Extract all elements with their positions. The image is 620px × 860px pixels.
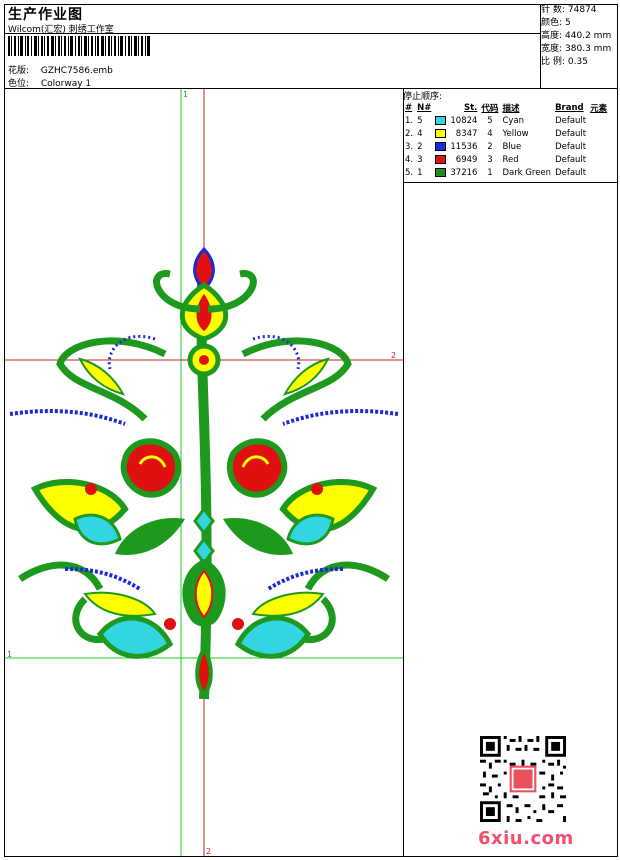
guide-label-top-green: 1	[183, 90, 188, 99]
guide-label-bottom-red: 2	[206, 847, 211, 856]
stats-panel: 针 数: 74874 颜色: 5 高度: 440.2 mm 宽度: 380.3 mm 比 例: 0…	[541, 4, 611, 69]
stat-label: 比 例:	[541, 57, 565, 67]
row-index: 1.	[405, 115, 414, 126]
watermark-logo: 6xiu.com	[478, 828, 574, 849]
stat-row: 针 数: 74874	[541, 4, 611, 17]
qr-center-stamp	[509, 765, 537, 793]
guide-label-right-red: 2	[391, 351, 396, 360]
row-stitches: 37216	[450, 167, 478, 178]
row-swatch	[433, 166, 448, 179]
row-code: 5	[487, 115, 493, 126]
stat-row: 宽度: 380.3 mm	[541, 43, 611, 56]
embroidery-motif	[9, 246, 399, 700]
color-swatch	[435, 128, 447, 138]
row-description: Blue	[502, 141, 522, 152]
color-swatch	[435, 167, 447, 177]
row-description: Red	[502, 154, 519, 165]
row-code: 3	[487, 154, 493, 165]
stat-row: 高度: 440.2 mm	[541, 30, 611, 43]
page-title: 生产作业图	[8, 7, 83, 23]
row-description: Yellow	[502, 128, 529, 139]
row-description: Cyan	[502, 115, 524, 126]
col-stitches: St.	[464, 102, 478, 113]
row-needle: 1	[417, 167, 423, 178]
row-element	[588, 166, 609, 179]
color-sequence-table: # N# St. 代码 描述 Brand 元素 1. 5 10824 5 Cyan Def…	[403, 101, 609, 179]
row-swatch	[433, 140, 448, 153]
row-element	[588, 114, 609, 127]
row-description: Dark Green	[502, 167, 552, 178]
row-brand: Default	[555, 128, 587, 139]
color-row: 4. 3 6949 3 Red Default	[403, 153, 609, 166]
color-swatch	[435, 115, 447, 125]
colorway-value: Colorway 1	[40, 79, 92, 89]
guide-label-left-green: 1	[7, 650, 12, 659]
stat-value: 5	[565, 18, 571, 28]
col-desc: 描述	[502, 103, 520, 114]
studio-subtitle: Wilcom(汇宏) 刺绣工作室	[8, 25, 114, 35]
design-value: GZHC7586.emb	[40, 66, 113, 76]
row-index: 5.	[405, 167, 414, 178]
col-brand: Brand	[555, 102, 584, 113]
stat-label: 针 数:	[541, 5, 565, 15]
embroidery-design-canvas: 1 1 2 2	[5, 89, 403, 856]
row-element	[588, 153, 609, 166]
panel-divider	[403, 88, 404, 857]
color-swatch	[435, 141, 447, 151]
row-stitches: 11536	[450, 141, 478, 152]
stat-row: 比 例: 0.35	[541, 56, 611, 69]
design-label: 花版:	[8, 66, 30, 76]
col-index: #	[405, 102, 413, 113]
colorway-label: 色位:	[8, 79, 30, 89]
stat-row: 颜色: 5	[541, 17, 611, 30]
row-needle: 5	[417, 115, 423, 126]
stat-value: 380.3 mm	[565, 44, 612, 54]
row-stitches: 10824	[450, 115, 478, 126]
col-element: 元素	[590, 103, 608, 114]
row-brand: Default	[555, 154, 587, 165]
colorway-row: 色位: Colorway 1	[8, 76, 91, 89]
stat-value: 74874	[567, 5, 597, 15]
row-brand: Default	[555, 167, 587, 178]
table-divider	[403, 182, 618, 183]
row-swatch	[433, 127, 448, 140]
row-code: 2	[487, 141, 493, 152]
row-swatch	[433, 114, 448, 127]
row-needle: 2	[417, 141, 423, 152]
row-stitches: 6949	[455, 154, 478, 165]
stat-value: 440.2 mm	[565, 31, 612, 41]
design-file-row: 花版: GZHC7586.emb	[8, 63, 113, 76]
row-needle: 3	[417, 154, 423, 165]
row-needle: 4	[417, 128, 423, 139]
row-index: 4.	[405, 154, 414, 165]
row-index: 3.	[405, 141, 414, 152]
row-code: 1	[487, 167, 493, 178]
row-element	[588, 127, 609, 140]
color-row: 1. 5 10824 5 Cyan Default	[403, 114, 609, 127]
color-swatch	[435, 154, 447, 164]
row-stitches: 8347	[455, 128, 478, 139]
stat-label: 高度:	[541, 31, 563, 41]
color-row: 3. 2 11536 2 Blue Default	[403, 140, 609, 153]
table-header-row: # N# St. 代码 描述 Brand 元素	[403, 101, 609, 114]
row-code: 4	[487, 128, 493, 139]
row-swatch	[433, 153, 448, 166]
color-row: 2. 4 8347 4 Yellow Default	[403, 127, 609, 140]
color-row: 5. 1 37216 1 Dark Green Default	[403, 166, 609, 179]
col-code: 代码	[481, 103, 499, 114]
stat-label: 宽度:	[541, 44, 563, 54]
row-element	[588, 140, 609, 153]
qr-code	[480, 736, 566, 822]
stat-label: 颜色:	[541, 18, 563, 28]
barcode	[8, 36, 150, 56]
col-n: N#	[417, 102, 432, 113]
row-brand: Default	[555, 115, 587, 126]
col-swatch	[433, 101, 448, 114]
row-index: 2.	[405, 128, 414, 139]
stat-value: 0.35	[567, 57, 588, 67]
row-brand: Default	[555, 141, 587, 152]
